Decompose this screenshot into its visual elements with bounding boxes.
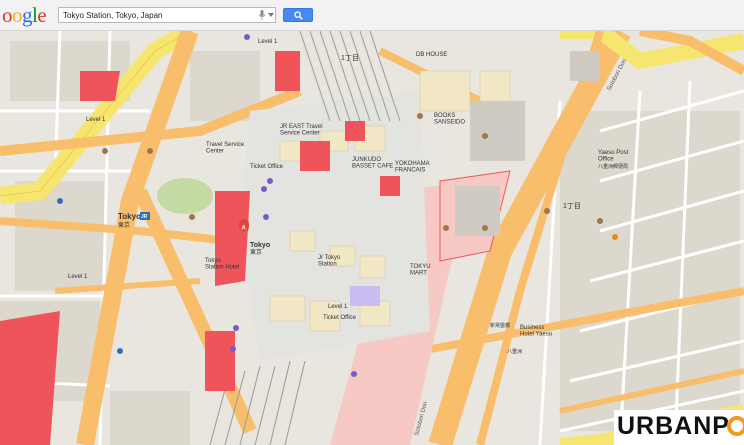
search-button[interactable] bbox=[283, 8, 313, 22]
label-yokohama-francais: YOKOHAMA FRANCAIS bbox=[395, 161, 430, 174]
search-icon bbox=[294, 11, 303, 20]
label-yaesu-post-kanji: 八重洲郵便局 bbox=[598, 163, 628, 170]
label-tokyo-marker: Tokyo bbox=[250, 242, 270, 249]
logo-letter-o1: o bbox=[2, 3, 13, 27]
map-canvas[interactable]: Level 1 Level 1 Level 1 Level 1 DB HOUSE… bbox=[0, 31, 744, 445]
label-tokyo-marker-kanji: 東京 bbox=[250, 248, 262, 256]
logo-letter-g: g bbox=[22, 3, 33, 27]
label-ticket-office-bottom: Ticket Office bbox=[323, 315, 357, 321]
microphone-icon[interactable] bbox=[258, 10, 266, 20]
label-shintomi: 新常盤橋 bbox=[490, 322, 510, 329]
marker-letter: A bbox=[242, 226, 247, 232]
label-level1-top: Level 1 bbox=[258, 39, 278, 45]
search-input[interactable] bbox=[63, 8, 243, 22]
label-tokyo-main: Tokyo bbox=[118, 212, 141, 221]
brand-watermark: URBANP bbox=[614, 410, 744, 445]
brand-logo-ring bbox=[727, 416, 744, 436]
top-bar: oogle bbox=[0, 0, 744, 31]
map-svg[interactable]: Level 1 Level 1 Level 1 Level 1 DB HOUSE… bbox=[0, 31, 744, 445]
brand-text: URBANP bbox=[617, 412, 730, 440]
station-badge-text: JR bbox=[141, 214, 148, 220]
label-level1-mid-left: Level 1 bbox=[68, 274, 88, 280]
label-tokyo-kanji: 東京 bbox=[118, 221, 130, 229]
label-chome-1-left: 1丁目 bbox=[341, 54, 359, 62]
label-level1-center: Level 1 bbox=[328, 304, 348, 310]
logo-letter-o2: o bbox=[12, 3, 23, 27]
label-db-house: DB HOUSE bbox=[416, 52, 447, 58]
label-ticket-office-top: Ticket Office bbox=[250, 164, 284, 170]
label-jr-east-travel: JR EAST Travel Service Center bbox=[280, 124, 323, 137]
park-area bbox=[157, 178, 213, 214]
logo-letter-e: e bbox=[37, 3, 47, 27]
purple-zone bbox=[350, 286, 380, 306]
caret-down-icon[interactable] bbox=[268, 13, 274, 17]
google-logo[interactable]: oogle bbox=[2, 3, 47, 28]
label-level1-left: Level 1 bbox=[86, 117, 106, 123]
label-yaesu: 八重洲 bbox=[507, 348, 522, 355]
label-chome-1-right: 1丁目 bbox=[563, 202, 581, 210]
search-box bbox=[58, 7, 276, 23]
